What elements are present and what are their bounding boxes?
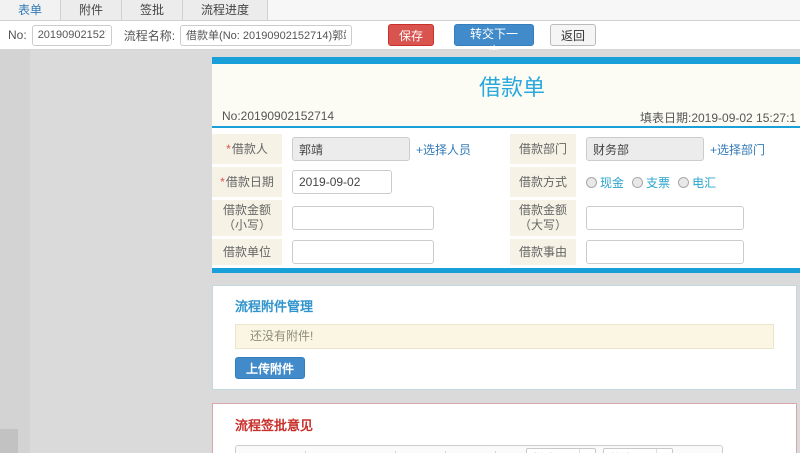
- styles-combo[interactable]: 样式: [526, 448, 596, 453]
- action-toolbar: No: 流程名称: 保存 转交下一步 返回: [0, 21, 800, 58]
- italic-button[interactable]: I: [262, 449, 279, 453]
- form-meta-row: No:20190902152714 填表日期:2019-09-02 15:27:…: [212, 106, 800, 128]
- save-button[interactable]: 保存: [388, 24, 435, 46]
- indent-icon[interactable]: [472, 449, 489, 453]
- form-title: 借款单: [478, 75, 545, 100]
- form-top-bar: [212, 57, 800, 64]
- no-input[interactable]: [31, 24, 112, 46]
- main-content: 借款单 No:20190902152714 填表日期:2019-09-02 15…: [212, 57, 800, 453]
- borrow-date-label: *借款日期: [212, 167, 282, 197]
- amount-lower-input[interactable]: [292, 206, 434, 230]
- chevron-down-icon: [579, 449, 595, 453]
- numbered-list-icon[interactable]: [402, 449, 419, 453]
- bold-button[interactable]: B: [242, 449, 259, 453]
- tab-progress[interactable]: 流程进度: [183, 0, 269, 20]
- unlink-icon[interactable]: [352, 449, 369, 453]
- required-mark: *: [226, 141, 231, 156]
- rich-text-editor: B I abc: [235, 445, 723, 453]
- select-person-link[interactable]: +选择人员: [416, 141, 471, 158]
- chevron-down-icon: [656, 449, 672, 453]
- form-fields: *借款人 +选择人员 借款部门 +选择部门: [212, 128, 800, 273]
- borrow-date-input[interactable]: [292, 170, 392, 194]
- amount-upper-label: 借款金额（大写）: [510, 200, 577, 236]
- department-label: 借款部门: [510, 134, 577, 164]
- radio-check[interactable]: 支票: [632, 174, 670, 191]
- loan-form-panel: 借款单 No:20190902152714 填表日期:2019-09-02 15…: [212, 57, 800, 273]
- link-icon[interactable]: [332, 449, 349, 453]
- attachments-heading: 流程附件管理: [235, 299, 314, 314]
- select-department-link[interactable]: +选择部门: [710, 141, 765, 158]
- editor-toolbar: B I abc: [236, 446, 722, 453]
- required-mark: *: [220, 174, 225, 189]
- remove-format-icon[interactable]: [312, 449, 329, 453]
- radio-icon[interactable]: [632, 176, 644, 188]
- strikethrough-button[interactable]: abc: [282, 449, 299, 453]
- workspace: 借款单 No:20190902152714 填表日期:2019-09-02 15…: [0, 50, 800, 453]
- blockquote-button[interactable]: ”: [502, 449, 519, 453]
- back-button[interactable]: 返回: [550, 24, 597, 46]
- no-label: No:: [8, 28, 27, 42]
- method-label: 借款方式: [510, 167, 577, 197]
- tab-bar: 表单 附件 签批 流程进度: [0, 0, 800, 21]
- scroll-corner: [0, 429, 18, 453]
- form-header: 借款单 No:20190902152714 填表日期:2019-09-02 15…: [212, 64, 800, 128]
- left-gutter: [0, 50, 30, 453]
- radio-icon[interactable]: [678, 176, 690, 188]
- reason-label: 借款事由: [510, 239, 577, 265]
- radio-icon[interactable]: [586, 176, 598, 188]
- forward-next-step-button[interactable]: 转交下一步: [454, 24, 535, 58]
- format-combo[interactable]: 格式: [603, 448, 673, 453]
- payment-method-radios: 现金 支票 电汇: [586, 174, 716, 191]
- tab-sign[interactable]: 签批: [122, 0, 184, 20]
- form-bottom-bar: [212, 268, 800, 273]
- no-attachments-alert: 还没有附件!: [235, 324, 774, 349]
- flow-name-input[interactable]: [180, 24, 353, 46]
- radio-wire[interactable]: 电汇: [678, 174, 716, 191]
- borrower-input[interactable]: [292, 137, 410, 161]
- amount-lower-label: 借款金额（小写）: [212, 200, 282, 236]
- approval-panel: 流程签批意见 B I abc: [212, 403, 797, 453]
- unit-input[interactable]: [292, 240, 434, 264]
- outdent-icon[interactable]: [452, 449, 469, 453]
- radio-cash[interactable]: 现金: [586, 174, 624, 191]
- unit-label: 借款单位: [212, 239, 282, 265]
- bulleted-list-icon[interactable]: [422, 449, 439, 453]
- form-fill-date-text: 填表日期:2019-09-02 15:27:1: [640, 111, 797, 125]
- approval-heading: 流程签批意见: [235, 418, 314, 433]
- flow-name-label: 流程名称:: [123, 28, 176, 43]
- department-input[interactable]: [586, 137, 705, 161]
- upload-attachment-button[interactable]: 上传附件: [235, 357, 306, 379]
- form-no-text: No:20190902152714: [222, 109, 335, 123]
- tab-form[interactable]: 表单: [0, 0, 62, 20]
- anchor-flag-icon[interactable]: [372, 449, 389, 453]
- amount-upper-input[interactable]: [586, 206, 745, 230]
- attachments-panel: 流程附件管理 还没有附件! 上传附件: [212, 285, 797, 390]
- borrower-label: *借款人: [212, 134, 282, 164]
- tab-attachment[interactable]: 附件: [61, 0, 123, 20]
- reason-input[interactable]: [586, 240, 745, 264]
